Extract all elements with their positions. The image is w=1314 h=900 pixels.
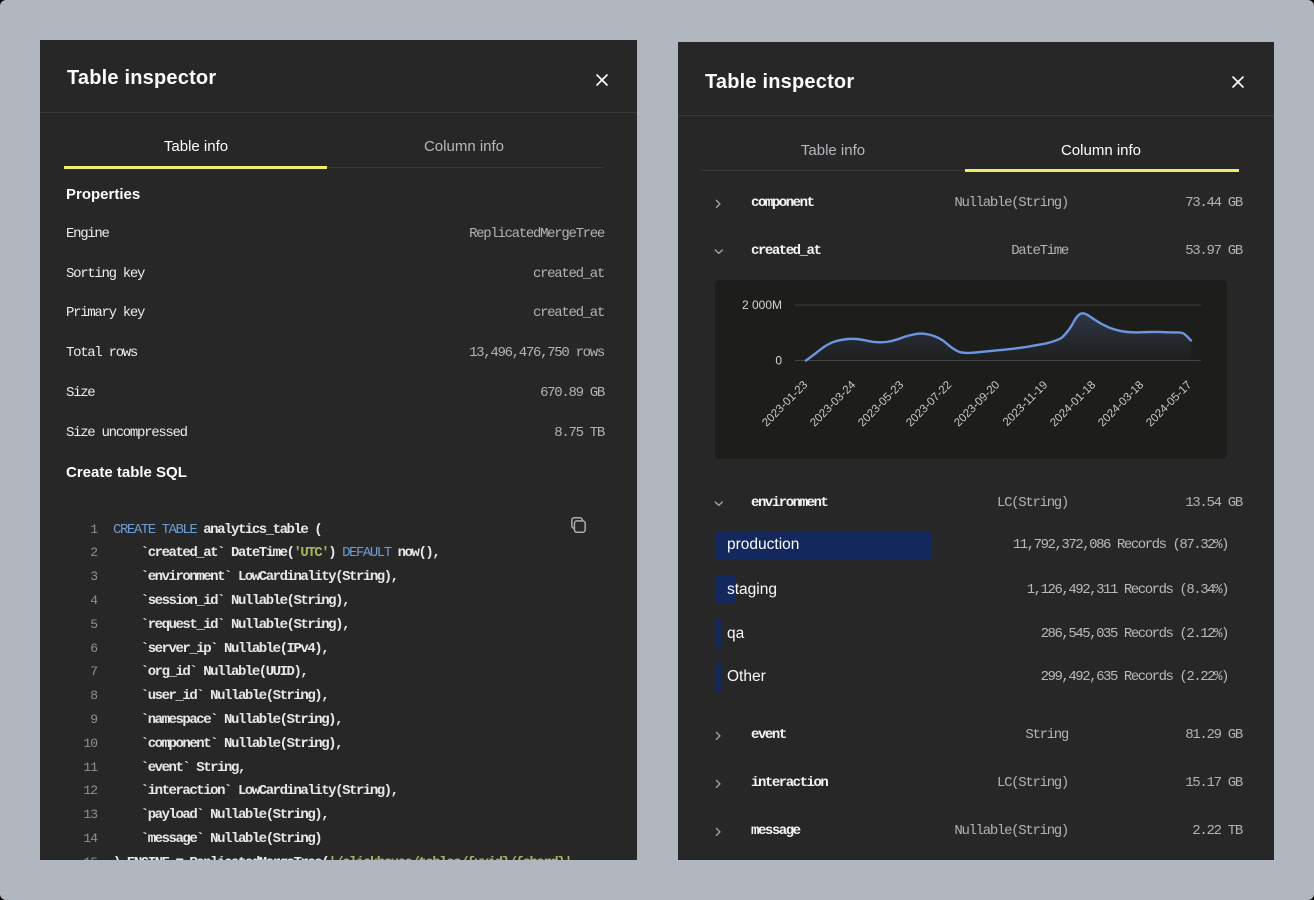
svg-text:0: 0 [775,354,782,368]
svg-text:2 000M: 2 000M [742,298,782,312]
